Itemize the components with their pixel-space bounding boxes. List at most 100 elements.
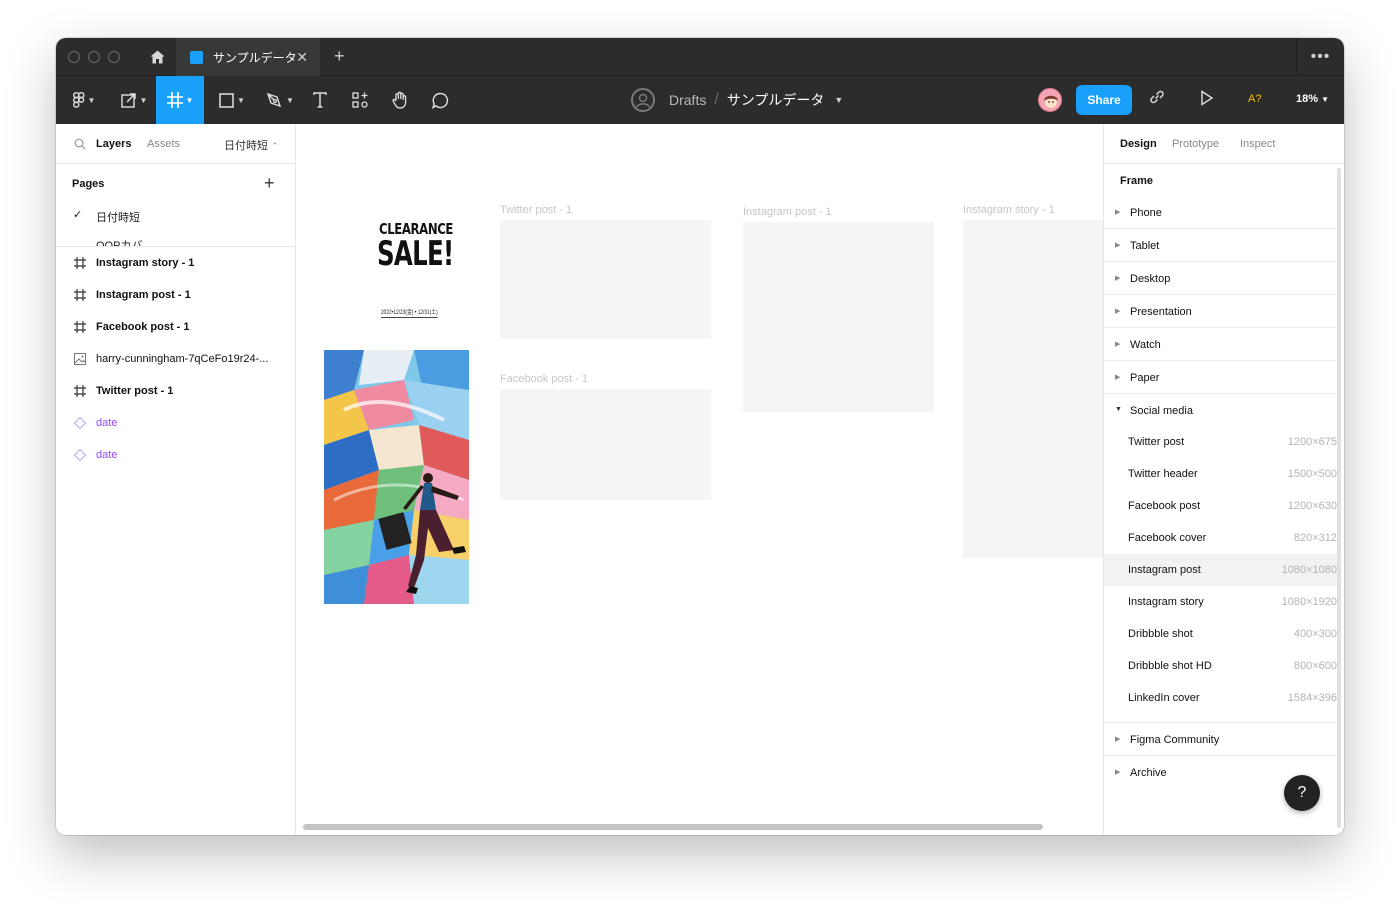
- preset-label: Facebook post: [1128, 500, 1201, 512]
- accessibility-check[interactable]: A?: [1248, 93, 1261, 105]
- collage-image[interactable]: [324, 350, 469, 604]
- preset-category[interactable]: ▶ Figma Community: [1104, 723, 1337, 756]
- component-instance-icon: [73, 448, 87, 462]
- hand-tool-button[interactable]: [388, 76, 412, 124]
- layer-row[interactable]: Instagram story - 1: [56, 247, 295, 279]
- frame-preset[interactable]: Twitter post 1200×675: [1104, 426, 1337, 458]
- category-label: Archive: [1130, 767, 1167, 779]
- move-tool-button[interactable]: ▼: [114, 76, 154, 124]
- chevron-down-icon: ▼: [87, 95, 96, 105]
- layer-row[interactable]: Twitter post - 1: [56, 375, 295, 407]
- file-tab-title: サンプルデータ: [213, 50, 297, 65]
- preset-category[interactable]: ▶ Phone: [1104, 196, 1337, 229]
- search-icon[interactable]: [74, 138, 86, 150]
- tab-design[interactable]: Design: [1120, 138, 1157, 150]
- preset-category[interactable]: ▶ Watch: [1104, 328, 1337, 361]
- frame-preset[interactable]: Instagram post 1080×1080: [1104, 554, 1337, 586]
- pen-tool-button[interactable]: ▼: [262, 76, 298, 124]
- category-label: Figma Community: [1130, 734, 1220, 746]
- minimize-window-button[interactable]: [88, 51, 100, 63]
- frame-preset[interactable]: Dribbble shot HD 800×600: [1104, 650, 1337, 682]
- copy-link-button[interactable]: [1148, 88, 1166, 111]
- shape-icon: [219, 92, 234, 108]
- preset-category[interactable]: ▶ Desktop: [1104, 262, 1337, 295]
- preset-category[interactable]: ▶ Presentation: [1104, 295, 1337, 328]
- frame-label-twitter[interactable]: Twitter post - 1: [500, 204, 572, 216]
- preset-label: Twitter post: [1128, 436, 1185, 448]
- preset-category[interactable]: ▶ Paper: [1104, 361, 1337, 394]
- frame-preset[interactable]: Facebook cover 820×312: [1104, 522, 1337, 554]
- tab-assets[interactable]: Assets: [147, 138, 180, 150]
- breadcrumb-drafts-link[interactable]: Drafts: [669, 92, 706, 108]
- main-menu-button[interactable]: ▼: [66, 76, 102, 124]
- frame-preset[interactable]: Twitter header 1500×500: [1104, 458, 1337, 490]
- frame-label-instagram-story[interactable]: Instagram story - 1: [963, 204, 1055, 216]
- layer-row[interactable]: date: [56, 407, 295, 439]
- layer-row[interactable]: Facebook post - 1: [56, 311, 295, 343]
- page-item[interactable]: OOPカバ: [56, 232, 295, 246]
- chevron-down-icon: ▼: [1321, 95, 1330, 104]
- preset-category[interactable]: ▶ Tablet: [1104, 229, 1337, 262]
- close-tab-icon[interactable]: ✕: [296, 49, 308, 66]
- preset-size: 800×600: [1293, 660, 1337, 672]
- preset-label: Dribbble shot HD: [1128, 660, 1212, 672]
- text-tool-button[interactable]: [308, 76, 332, 124]
- category-label: Paper: [1130, 372, 1160, 384]
- frame-preset[interactable]: LinkedIn cover 1584×396: [1104, 682, 1337, 714]
- sale-text[interactable]: SALE!: [377, 234, 454, 274]
- frame-preset[interactable]: Instagram story 1080×1920: [1104, 586, 1337, 618]
- checkmark-icon: ✓: [73, 209, 83, 221]
- shape-tool-button[interactable]: ▼: [214, 76, 250, 124]
- help-button[interactable]: ?: [1284, 775, 1320, 811]
- home-button[interactable]: [138, 38, 176, 76]
- date-component[interactable]: 2022•12/23(金) • 12/31(土): [381, 307, 438, 318]
- layer-label: date: [96, 449, 118, 461]
- facebook-post-frame[interactable]: [500, 389, 711, 500]
- file-name[interactable]: サンプルデータ: [727, 90, 825, 110]
- frame-tool-button[interactable]: ▼: [156, 76, 204, 124]
- zoom-level[interactable]: 18% ▼: [1296, 93, 1329, 105]
- layers-panel: Layers Assets 日付時短 ⌃ Pages + ✓ 日付時短 OOPカ…: [56, 124, 296, 835]
- resources-icon: [352, 92, 368, 108]
- frame-preset[interactable]: Facebook post 1200×630: [1104, 490, 1337, 522]
- tab-prototype[interactable]: Prototype: [1172, 138, 1219, 150]
- frame-label-instagram-post[interactable]: Instagram post - 1: [743, 206, 832, 218]
- maximize-window-button[interactable]: [108, 51, 120, 63]
- tab-layers[interactable]: Layers: [96, 138, 131, 150]
- preset-category-open[interactable]: ▼ Social media: [1104, 394, 1337, 426]
- close-window-button[interactable]: [68, 51, 80, 63]
- layer-row[interactable]: date: [56, 439, 295, 471]
- frame-preset[interactable]: Dribbble shot 400×300: [1104, 618, 1337, 650]
- share-button[interactable]: Share: [1076, 85, 1132, 115]
- caret-right-icon: ▶: [1115, 308, 1121, 315]
- add-page-icon[interactable]: +: [264, 173, 275, 194]
- more-options-icon[interactable]: •••: [1296, 38, 1344, 76]
- file-tab[interactable]: サンプルデータ ✕: [176, 38, 320, 76]
- canvas[interactable]: CLEARANCE SALE! 2022•12/23(金) • 12/31(土): [297, 124, 1103, 835]
- comment-tool-button[interactable]: [428, 76, 452, 124]
- page-item[interactable]: ✓ 日付時短: [56, 204, 295, 226]
- page-selector[interactable]: 日付時短 ⌃: [224, 137, 279, 153]
- user-avatar[interactable]: [1038, 88, 1062, 112]
- tab-inspect[interactable]: Inspect: [1240, 138, 1275, 150]
- frame-icon: [166, 92, 183, 108]
- chevron-down-icon[interactable]: ▼: [834, 95, 843, 105]
- layer-row[interactable]: Instagram post - 1: [56, 279, 295, 311]
- frame-label-facebook[interactable]: Facebook post - 1: [500, 373, 588, 385]
- layer-row[interactable]: harry-cunningham-7qCeFo19r24-...: [56, 343, 295, 375]
- twitter-post-frame[interactable]: [500, 220, 711, 339]
- instagram-post-frame[interactable]: [743, 222, 934, 412]
- horizontal-scrollbar[interactable]: [303, 824, 1043, 830]
- vertical-scrollbar[interactable]: [1337, 168, 1341, 828]
- title-bar: サンプルデータ ✕ + •••: [56, 38, 1344, 76]
- frame-section-title: Frame: [1120, 175, 1154, 187]
- breadcrumb: Drafts / サンプルデータ ▼: [631, 76, 843, 124]
- category-label: Desktop: [1130, 273, 1171, 285]
- frame-icon: [74, 289, 86, 301]
- team-avatar-icon[interactable]: [631, 88, 655, 112]
- new-tab-icon[interactable]: +: [334, 46, 345, 67]
- resources-tool-button[interactable]: [348, 76, 372, 124]
- present-button[interactable]: [1200, 90, 1214, 111]
- chevron-up-icon: ⌃: [271, 141, 279, 151]
- instagram-story-frame[interactable]: [963, 220, 1103, 558]
